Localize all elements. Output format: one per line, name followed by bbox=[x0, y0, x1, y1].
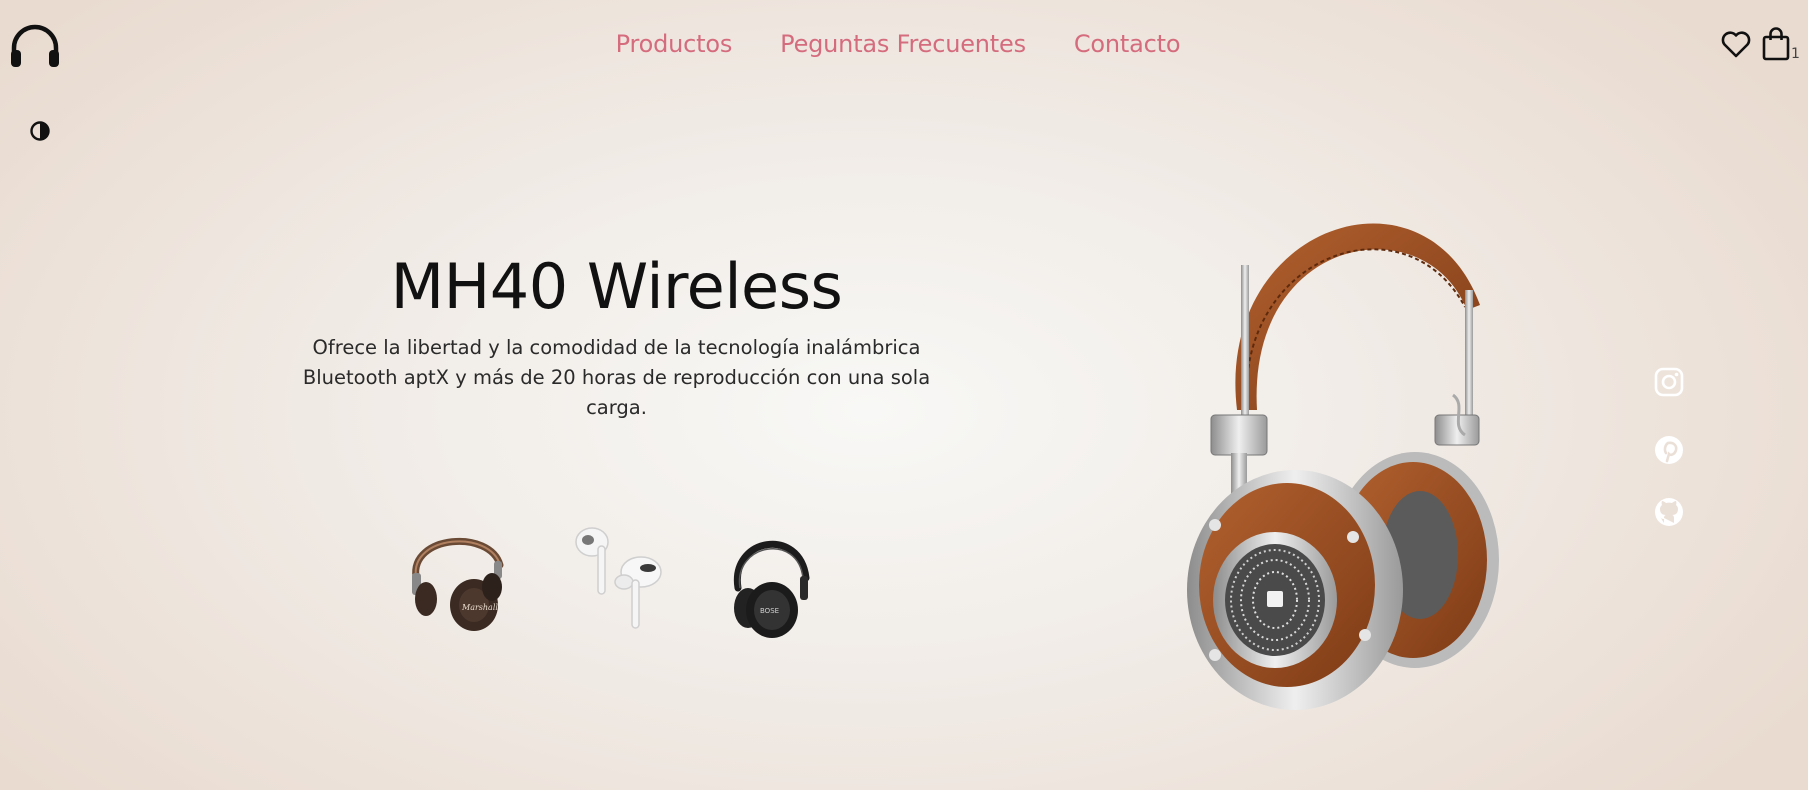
svg-text:Marshall: Marshall bbox=[461, 603, 498, 612]
brown-silver-headphones-image bbox=[1187, 223, 1499, 710]
contrast-icon[interactable] bbox=[29, 120, 51, 142]
pinterest-icon[interactable] bbox=[1653, 434, 1685, 466]
brown-headphones-thumbnail[interactable]: Marshall bbox=[400, 515, 510, 635]
instagram-icon[interactable] bbox=[1653, 366, 1685, 398]
shopping-bag-icon[interactable] bbox=[1761, 26, 1791, 62]
nav-link-contacto[interactable]: Contacto bbox=[1074, 30, 1181, 58]
white-earbuds-thumbnail[interactable] bbox=[562, 520, 672, 640]
nav-link-productos[interactable]: Productos bbox=[616, 30, 733, 58]
hero-title: MH40 Wireless bbox=[390, 250, 843, 323]
github-icon[interactable] bbox=[1653, 496, 1685, 528]
hero-description: Ofrece la libertad y la comodidad de la … bbox=[302, 336, 931, 419]
heart-icon[interactable] bbox=[1720, 28, 1752, 60]
cart-count-badge: 1 bbox=[1791, 46, 1800, 62]
svg-text:BOSE: BOSE bbox=[760, 607, 779, 615]
black-headphones-thumbnail[interactable]: BOSE bbox=[720, 518, 830, 638]
nav-link-preguntas-frecuentes[interactable]: Peguntas Frecuentes bbox=[780, 30, 1026, 58]
main-navigation: Productos Peguntas Frecuentes Contacto bbox=[0, 30, 1808, 58]
